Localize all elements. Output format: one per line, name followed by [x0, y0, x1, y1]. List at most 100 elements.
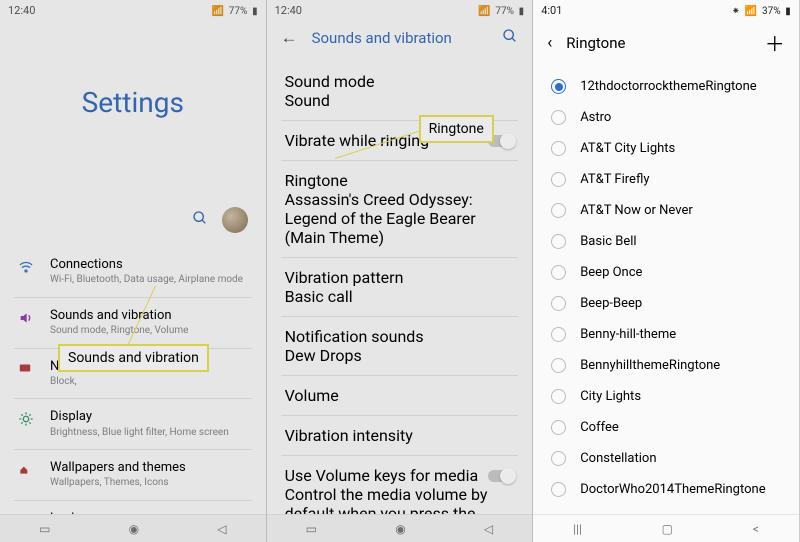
row-notification-sounds[interactable]: Notification sounds Dew Drops — [267, 317, 533, 375]
ringtone-label: Astro — [580, 110, 611, 125]
battery-icon: ▮ — [785, 6, 791, 17]
radio-icon[interactable] — [551, 265, 566, 280]
row-vibration-pattern[interactable]: Vibration pattern Basic call — [267, 258, 533, 316]
toggle-switch[interactable] — [488, 470, 514, 482]
home-icon[interactable]: ◉ — [395, 522, 405, 536]
ringtone-picker-screen: 4:01 ⁕ 📶 37% ▮ ‹ Ringtone ＋ 12thdoctorro… — [533, 0, 800, 542]
radio-icon[interactable] — [551, 110, 566, 125]
radio-icon[interactable] — [551, 420, 566, 435]
add-icon[interactable]: ＋ — [765, 28, 785, 57]
avatar[interactable] — [222, 207, 248, 233]
ringtone-option[interactable]: BennyhillthemeRingtone — [533, 350, 799, 381]
ringtone-option[interactable]: City Lights — [533, 381, 799, 412]
sidebar-item-sounds-vibration[interactable]: Sounds and vibration Sound mode, Rington… — [0, 298, 266, 348]
row-volume-keys-media[interactable]: Use Volume keys for media Control the me… — [267, 456, 533, 514]
ringtone-label: BennyhillthemeRingtone — [580, 358, 720, 373]
page-header: ← Sounds and vibration — [267, 18, 533, 62]
item-title: Display — [50, 409, 248, 425]
row-subtitle: Sound — [285, 91, 515, 110]
ringtone-label: City Lights — [580, 389, 641, 404]
ringtone-option[interactable]: Beep-Beep — [533, 288, 799, 319]
row-title: Ringtone — [285, 171, 515, 190]
radio-icon[interactable] — [551, 358, 566, 373]
back-nav-icon[interactable]: ◁ — [217, 522, 226, 536]
ringtone-option[interactable]: AT&T Now or Never — [533, 195, 799, 226]
ringtone-option[interactable]: AT&T Firefly — [533, 164, 799, 195]
ringtone-option[interactable]: Astro — [533, 102, 799, 133]
back-nav-icon[interactable]: ◁ — [484, 522, 493, 536]
page-title: Sounds and vibration — [312, 29, 489, 47]
statusbar-time: 4:01 — [541, 4, 562, 17]
toggle-switch[interactable] — [488, 135, 514, 147]
row-subtitle: Basic call — [285, 287, 515, 306]
radio-icon[interactable] — [551, 141, 566, 156]
row-sound-mode[interactable]: Sound mode Sound — [267, 62, 533, 120]
back-nav-icon[interactable]: < — [753, 522, 759, 536]
navbar: ▭ ◉ ◁ — [267, 514, 533, 542]
row-title: Sound mode — [285, 72, 515, 91]
ringtone-label: Benny-hill-theme — [580, 327, 676, 342]
row-volume[interactable]: Volume — [267, 376, 533, 415]
item-subtitle: Block, — [50, 376, 248, 389]
recent-apps-icon[interactable]: ▭ — [306, 522, 317, 536]
recent-apps-icon[interactable]: ||| — [573, 522, 582, 536]
speaker-icon — [18, 310, 36, 330]
radio-icon[interactable] — [551, 234, 566, 249]
recent-apps-icon[interactable]: ▭ — [39, 522, 50, 536]
home-icon[interactable]: ◉ — [129, 522, 139, 536]
battery-text: 77% — [229, 6, 248, 17]
ringtone-option[interactable]: 12thdoctorrockthemeRingtone — [533, 71, 799, 102]
item-subtitle: Sound mode, Ringtone, Volume — [50, 325, 248, 338]
ringtone-list: 12thdoctorrockthemeRingtone Astro AT&T Cit… — [533, 71, 799, 514]
back-icon[interactable]: ← — [281, 28, 298, 48]
radio-icon[interactable] — [551, 296, 566, 311]
brush-icon — [18, 462, 36, 480]
row-vibration-intensity[interactable]: Vibration intensity — [267, 416, 533, 455]
statusbar-time: 12:40 — [8, 4, 35, 17]
ringtone-label: DoctorWho2014ThemeRingtone — [580, 482, 765, 497]
sidebar-item-connections[interactable]: Connections Wi-Fi, Bluetooth, Data usage… — [0, 247, 266, 297]
row-ringtone[interactable]: Ringtone Assassin's Creed Odyssey: Legen… — [267, 161, 533, 257]
battery-text: 37% — [762, 6, 781, 17]
radio-icon[interactable] — [551, 203, 566, 218]
item-title: Notifications — [50, 359, 248, 375]
page-title: Settings — [0, 86, 266, 119]
navbar: ▭ ◉ ◁ — [0, 514, 266, 542]
item-title: Sounds and vibration — [50, 308, 248, 324]
row-vibrate-while-ringing[interactable]: Vibrate while ringing — [267, 121, 533, 160]
ringtone-option[interactable]: Beep Once — [533, 257, 799, 288]
search-icon[interactable] — [502, 28, 518, 48]
sidebar-item-display[interactable]: Display Brightness, Blue light filter, H… — [0, 399, 266, 449]
ringtone-label: Basic Bell — [580, 234, 636, 249]
item-subtitle: Wi-Fi, Bluetooth, Data usage, Airplane m… — [50, 274, 248, 287]
radio-icon[interactable] — [551, 327, 566, 342]
home-icon[interactable]: ▢ — [662, 522, 673, 536]
sidebar-item-notifications[interactable]: Notifications Block, — [0, 349, 266, 399]
statusbar-icons: 📶 77% ▮ — [476, 4, 524, 17]
ringtone-label: Beep-Beep — [580, 296, 642, 311]
ringtone-option[interactable]: Benny-hill-theme — [533, 319, 799, 350]
battery-text: 77% — [495, 6, 514, 17]
signal-icon: 📶 — [745, 6, 757, 17]
page-title: Ringtone — [566, 34, 750, 52]
ringtone-label: Constellation — [580, 451, 656, 466]
ringtone-label: AT&T City Lights — [580, 141, 675, 156]
ringtone-option[interactable]: Basic Bell — [533, 226, 799, 257]
battery-icon: ▮ — [252, 6, 258, 17]
ringtone-option[interactable]: Constellation — [533, 443, 799, 474]
sidebar-item-wallpapers-themes[interactable]: Wallpapers and themes Wallpapers, Themes… — [0, 450, 266, 500]
signal-icon: 📶 — [478, 6, 490, 17]
ringtone-option[interactable]: Coffee — [533, 412, 799, 443]
item-title: Wallpapers and themes — [50, 460, 248, 476]
search-icon[interactable] — [192, 210, 208, 230]
radio-icon[interactable] — [551, 172, 566, 187]
sidebar-item-lock-screen[interactable]: Lock screen Screen lock type, Always On … — [0, 501, 266, 514]
radio-icon[interactable] — [551, 389, 566, 404]
radio-icon[interactable] — [551, 79, 566, 94]
row-title: Volume — [285, 386, 515, 405]
radio-icon[interactable] — [551, 451, 566, 466]
ringtone-option[interactable]: AT&T City Lights — [533, 133, 799, 164]
radio-icon[interactable] — [551, 482, 566, 497]
back-icon[interactable]: ‹ — [547, 33, 552, 53]
ringtone-option[interactable]: DoctorWho2014ThemeRingtone — [533, 474, 799, 505]
